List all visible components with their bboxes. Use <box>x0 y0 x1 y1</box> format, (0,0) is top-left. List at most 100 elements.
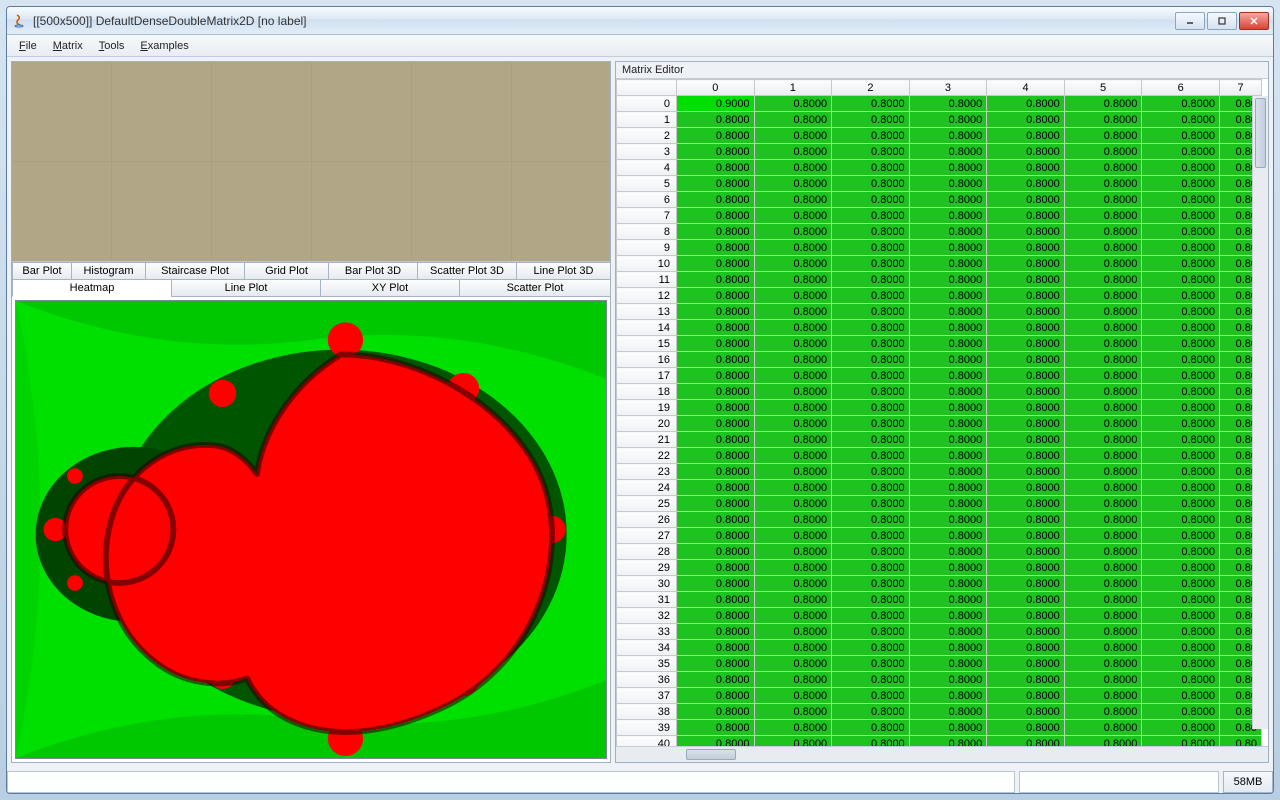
grid-cell[interactable]: 0.9000 <box>677 96 755 112</box>
row-header[interactable]: 22 <box>617 448 677 464</box>
grid-cell[interactable]: 0.8000 <box>1064 704 1142 720</box>
grid-cell[interactable]: 0.8000 <box>754 336 832 352</box>
grid-cell[interactable]: 0.8000 <box>1064 352 1142 368</box>
grid-cell[interactable]: 0.8000 <box>832 656 910 672</box>
grid-cell[interactable]: 0.8000 <box>754 96 832 112</box>
grid-cell[interactable]: 0.8000 <box>1064 592 1142 608</box>
grid-cell[interactable]: 0.8000 <box>677 704 755 720</box>
col-header[interactable]: 6 <box>1142 80 1220 96</box>
grid-cell[interactable]: 0.8000 <box>832 288 910 304</box>
grid-cell[interactable]: 0.8000 <box>832 576 910 592</box>
grid-cell[interactable]: 0.8000 <box>987 512 1065 528</box>
row-header[interactable]: 10 <box>617 256 677 272</box>
grid-cell[interactable]: 0.8000 <box>832 512 910 528</box>
grid-cell[interactable]: 0.8000 <box>832 96 910 112</box>
grid-cell[interactable]: 0.8000 <box>1142 656 1220 672</box>
grid-cell[interactable]: 0.8000 <box>1064 96 1142 112</box>
grid-cell[interactable]: 0.8000 <box>754 288 832 304</box>
grid-cell[interactable]: 0.8000 <box>1064 464 1142 480</box>
grid-cell[interactable]: 0.8000 <box>677 240 755 256</box>
row-header[interactable]: 35 <box>617 656 677 672</box>
maximize-button[interactable] <box>1207 12 1237 30</box>
grid-cell[interactable]: 0.8000 <box>754 400 832 416</box>
grid-cell[interactable]: 0.8000 <box>832 192 910 208</box>
grid-cell[interactable]: 0.8000 <box>754 304 832 320</box>
grid-cell[interactable]: 0.8000 <box>909 560 987 576</box>
row-header[interactable]: 25 <box>617 496 677 512</box>
grid-cell[interactable]: 0.8000 <box>677 352 755 368</box>
grid-cell[interactable]: 0.8000 <box>677 624 755 640</box>
grid-cell[interactable]: 0.8000 <box>677 720 755 736</box>
grid-cell[interactable]: 0.8000 <box>754 560 832 576</box>
row-header[interactable]: 11 <box>617 272 677 288</box>
row-header[interactable]: 17 <box>617 368 677 384</box>
grid-cell[interactable]: 0.8000 <box>909 320 987 336</box>
grid-cell[interactable]: 0.8000 <box>1142 320 1220 336</box>
menu-tools[interactable]: Tools <box>93 38 131 54</box>
grid-cell[interactable]: 0.8000 <box>987 240 1065 256</box>
grid-cell[interactable]: 0.8000 <box>909 496 987 512</box>
grid-cell[interactable]: 0.8000 <box>1142 384 1220 400</box>
grid-cell[interactable]: 0.8000 <box>987 336 1065 352</box>
grid-cell[interactable]: 0.8000 <box>754 608 832 624</box>
heatmap-canvas[interactable] <box>15 300 607 759</box>
grid-cell[interactable]: 0.8000 <box>1142 272 1220 288</box>
grid-cell[interactable]: 0.8000 <box>987 256 1065 272</box>
grid-cell[interactable]: 0.8000 <box>832 224 910 240</box>
grid-cell[interactable]: 0.8000 <box>754 496 832 512</box>
matrix-grid[interactable]: 0123456700.90000.80000.80000.80000.80000… <box>616 79 1262 746</box>
grid-cell[interactable]: 0.8000 <box>909 224 987 240</box>
row-header[interactable]: 14 <box>617 320 677 336</box>
grid-cell[interactable]: 0.8000 <box>987 544 1065 560</box>
grid-corner[interactable] <box>617 80 677 96</box>
grid-cell[interactable]: 0.8000 <box>832 256 910 272</box>
grid-cell[interactable]: 0.8000 <box>754 128 832 144</box>
grid-cell[interactable]: 0.8000 <box>909 464 987 480</box>
grid-cell[interactable]: 0.8000 <box>1064 336 1142 352</box>
grid-cell[interactable]: 0.8000 <box>832 176 910 192</box>
grid-cell[interactable]: 0.8000 <box>754 208 832 224</box>
row-header[interactable]: 39 <box>617 720 677 736</box>
tab-histogram[interactable]: Histogram <box>71 262 146 280</box>
grid-cell[interactable]: 0.8000 <box>754 480 832 496</box>
grid-cell[interactable]: 0.8000 <box>1142 352 1220 368</box>
grid-cell[interactable]: 0.8000 <box>1142 736 1220 747</box>
grid-cell[interactable]: 0.8000 <box>1142 608 1220 624</box>
grid-cell[interactable]: 0.8000 <box>754 352 832 368</box>
grid-cell[interactable]: 0.8000 <box>1142 624 1220 640</box>
grid-cell[interactable]: 0.8000 <box>832 384 910 400</box>
grid-cell[interactable]: 0.8000 <box>832 208 910 224</box>
grid-cell[interactable]: 0.8000 <box>1142 224 1220 240</box>
grid-cell[interactable]: 0.8000 <box>987 736 1065 747</box>
grid-cell[interactable]: 0.8000 <box>754 592 832 608</box>
grid-cell[interactable]: 0.8000 <box>1064 256 1142 272</box>
grid-cell[interactable]: 0.8000 <box>677 272 755 288</box>
grid-cell[interactable]: 0.8000 <box>1064 480 1142 496</box>
grid-cell[interactable]: 0.8000 <box>987 128 1065 144</box>
vertical-scrollbar[interactable] <box>1252 96 1268 729</box>
grid-cell[interactable]: 0.8000 <box>677 208 755 224</box>
grid-cell[interactable]: 0.8000 <box>677 192 755 208</box>
grid-cell[interactable]: 0.8000 <box>677 464 755 480</box>
grid-cell[interactable]: 0.8000 <box>1142 544 1220 560</box>
grid-cell[interactable]: 0.8000 <box>677 224 755 240</box>
grid-cell[interactable]: 0.8000 <box>832 608 910 624</box>
grid-cell[interactable]: 0.8000 <box>987 496 1065 512</box>
grid-cell[interactable]: 0.80 <box>1220 736 1262 747</box>
grid-cell[interactable]: 0.8000 <box>832 544 910 560</box>
tab-grid-plot[interactable]: Grid Plot <box>244 262 329 280</box>
row-header[interactable]: 1 <box>617 112 677 128</box>
grid-cell[interactable]: 0.8000 <box>677 656 755 672</box>
grid-cell[interactable]: 0.8000 <box>987 624 1065 640</box>
grid-cell[interactable]: 0.8000 <box>909 576 987 592</box>
grid-cell[interactable]: 0.8000 <box>909 688 987 704</box>
grid-cell[interactable]: 0.8000 <box>1142 304 1220 320</box>
grid-cell[interactable]: 0.8000 <box>677 320 755 336</box>
grid-cell[interactable]: 0.8000 <box>1142 464 1220 480</box>
grid-cell[interactable]: 0.8000 <box>987 704 1065 720</box>
grid-cell[interactable]: 0.8000 <box>754 160 832 176</box>
row-header[interactable]: 8 <box>617 224 677 240</box>
grid-cell[interactable]: 0.8000 <box>909 480 987 496</box>
grid-cell[interactable]: 0.8000 <box>677 560 755 576</box>
memory-button[interactable]: 58MB <box>1223 771 1273 793</box>
